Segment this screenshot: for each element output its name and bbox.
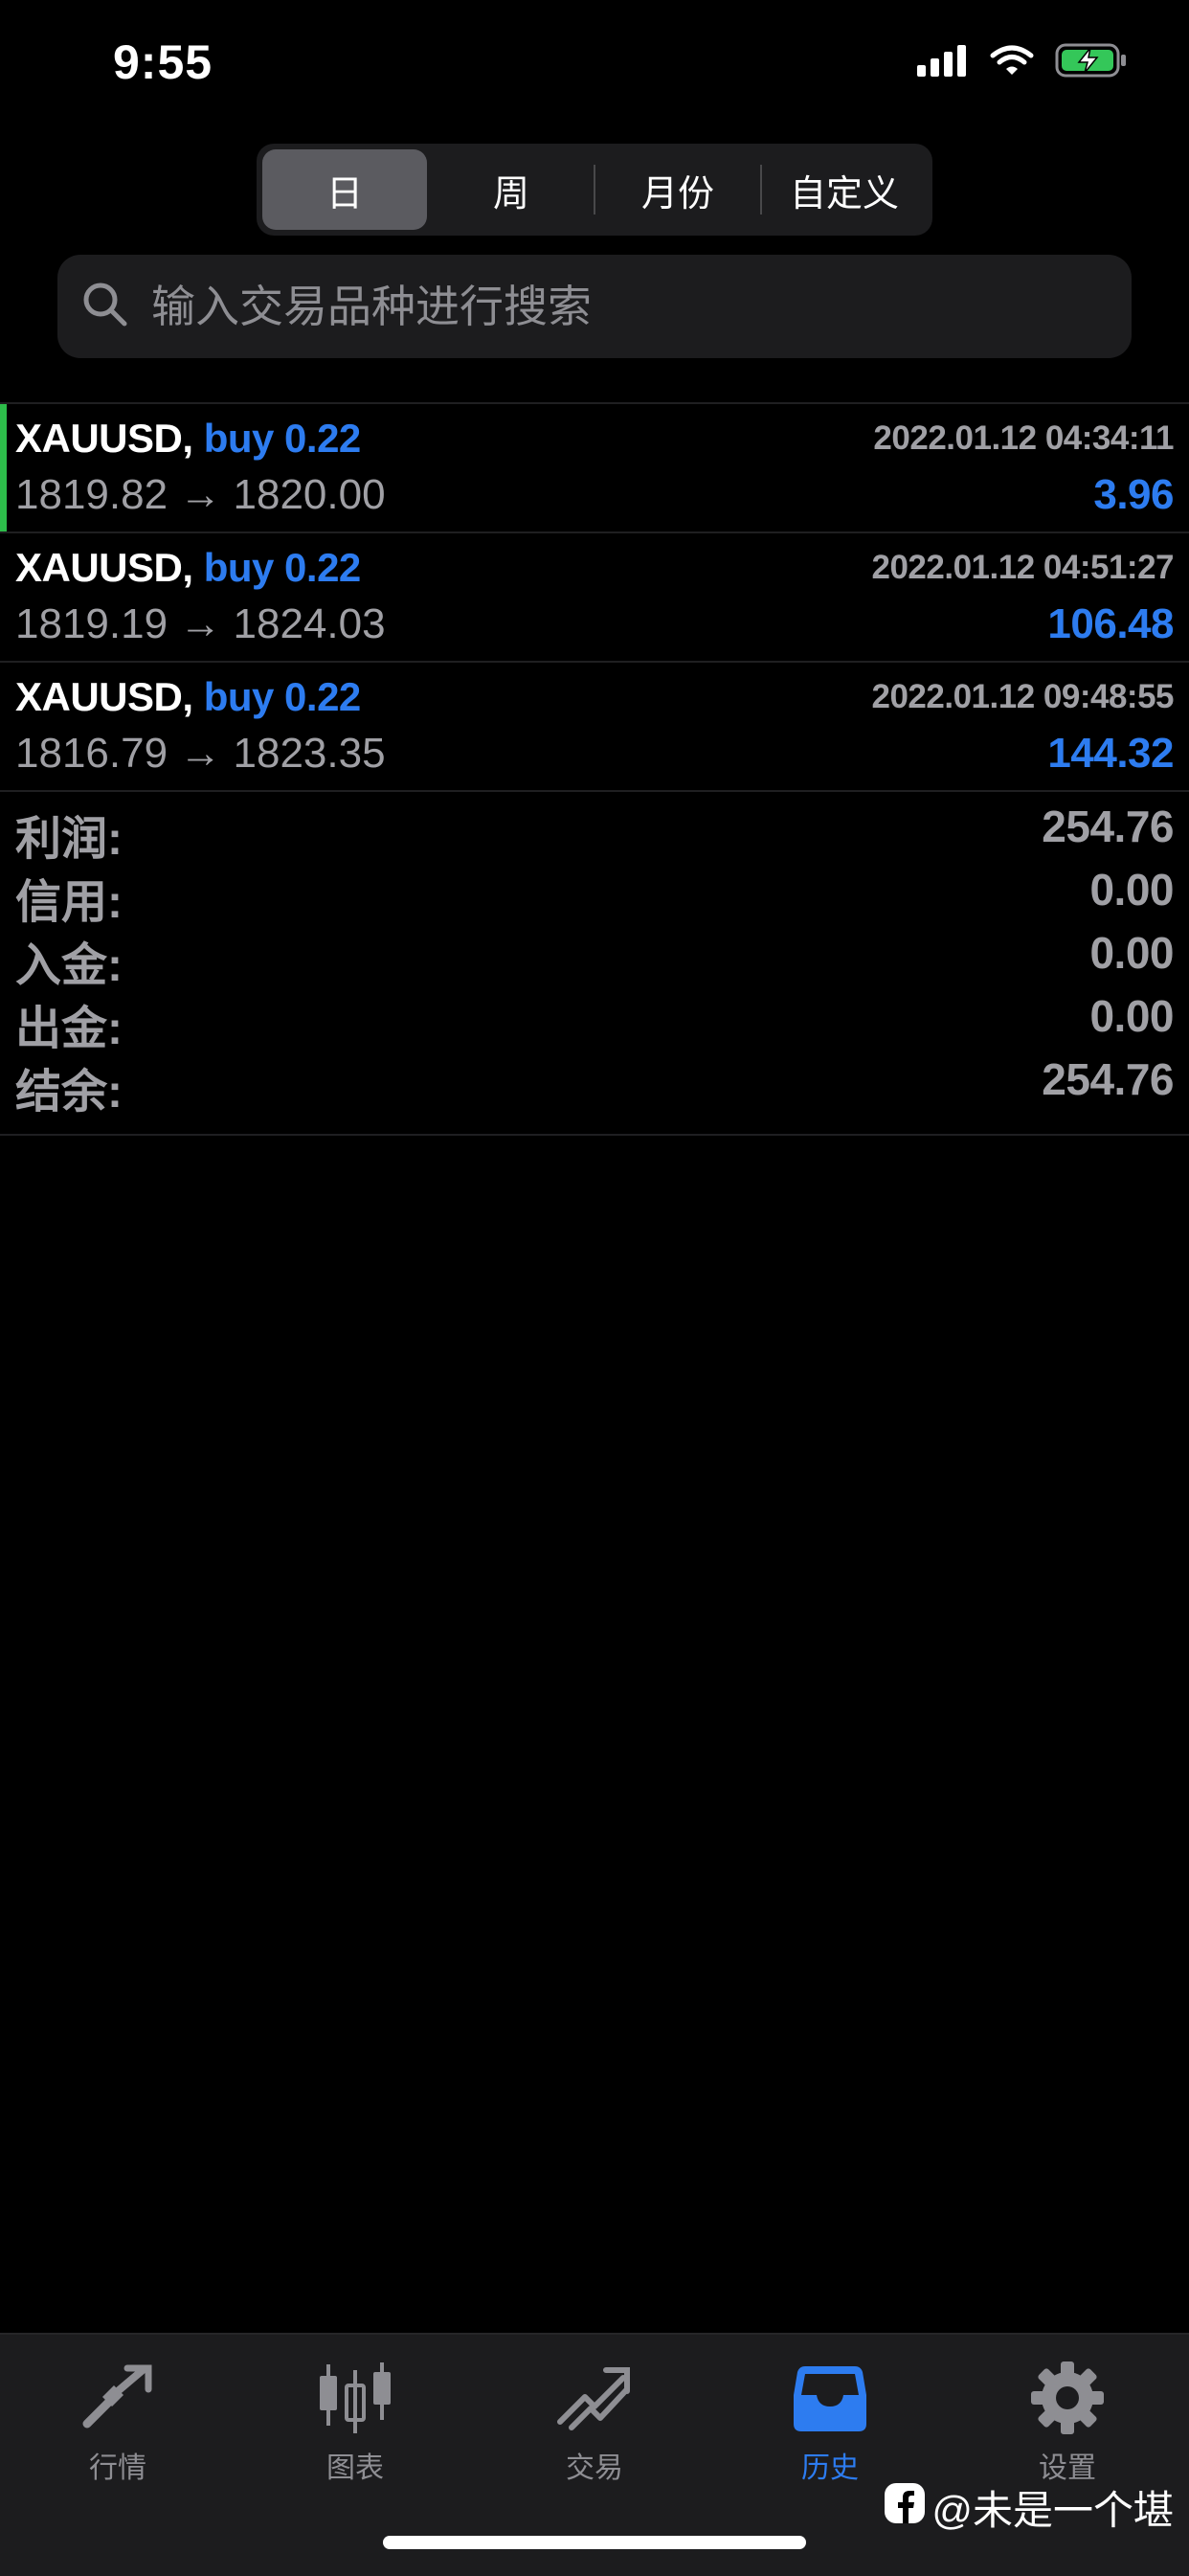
search-input[interactable] — [149, 280, 1015, 333]
summary-value: 254.76 — [1042, 1054, 1174, 1104]
summary-label: 利润: — [15, 814, 123, 865]
facebook-logo-icon — [884, 2482, 926, 2534]
summary-label: 入金: — [15, 940, 123, 991]
tab-label: 行情 — [89, 2452, 146, 2484]
summary-value: 0.00 — [1089, 991, 1174, 1041]
deal-side: buy 0.22 — [203, 674, 362, 719]
watermark-text: @未是一个堪 — [931, 2488, 1174, 2533]
deal-profit: 106.48 — [1047, 600, 1174, 647]
quotes-icon — [36, 2352, 199, 2444]
deal-prices: 1819.19 → 1824.03 — [15, 600, 386, 647]
tab-custom[interactable]: 自定义 — [762, 149, 927, 230]
deal-title: XAUUSD, buy 0.22 — [15, 545, 361, 591]
summary-balance: 结余: 254.76 — [0, 1050, 1189, 1118]
deal-time: 2022.01.12 04:51:27 — [871, 549, 1175, 586]
watermark: @未是一个堪 — [884, 2478, 1174, 2537]
deal-prices: 1819.82 → 1820.00 — [15, 471, 386, 518]
summary-profit: 利润: 254.76 — [0, 797, 1189, 865]
home-indicator[interactable] — [383, 2536, 806, 2549]
summary-deposit: 入金: 0.00 — [0, 923, 1189, 991]
deal-side: buy 0.22 — [203, 416, 362, 461]
deal-profit: 3.96 — [1093, 471, 1174, 518]
summary-value: 254.76 — [1042, 802, 1174, 851]
deal-title: XAUUSD, buy 0.22 — [15, 674, 361, 720]
tab-month[interactable]: 月份 — [595, 149, 760, 230]
tab-trade[interactable]: 交易 — [513, 2352, 676, 2486]
search-bar[interactable] — [57, 255, 1132, 358]
deal-row[interactable]: XAUUSD, buy 0.22 2022.01.12 04:34:11 181… — [0, 404, 1189, 533]
summary-label: 出金: — [15, 1004, 123, 1054]
account-summary: 利润: 254.76 信用: 0.00 入金: 0.00 出金: 0.00 结余… — [0, 797, 1189, 1136]
summary-label: 信用: — [15, 877, 123, 928]
search-icon — [80, 280, 130, 334]
summary-label: 结余: — [15, 1067, 123, 1118]
tab-quotes[interactable]: 行情 — [36, 2352, 199, 2486]
deal-time: 2022.01.12 04:34:11 — [873, 419, 1174, 457]
history-inbox-icon — [749, 2352, 911, 2444]
summary-value: 0.00 — [1089, 865, 1174, 915]
status-time: 9:55 — [113, 35, 213, 89]
summary-value: 0.00 — [1089, 928, 1174, 978]
deal-time: 2022.01.12 09:48:55 — [871, 678, 1175, 715]
tab-label: 交易 — [566, 2452, 623, 2484]
deal-side: buy 0.22 — [203, 545, 362, 590]
tab-charts[interactable]: 图表 — [274, 2352, 437, 2486]
status-icons — [917, 42, 1128, 83]
tab-week[interactable]: 周 — [429, 149, 594, 230]
tab-history[interactable]: 历史 — [749, 2352, 911, 2486]
wifi-icon — [990, 44, 1034, 81]
deal-symbol: XAUUSD, — [15, 545, 193, 590]
deals-list: XAUUSD, buy 0.22 2022.01.12 04:34:11 181… — [0, 402, 1189, 792]
summary-credit: 信用: 0.00 — [0, 860, 1189, 928]
deal-profit: 144.32 — [1047, 730, 1174, 777]
summary-withdrawal: 出金: 0.00 — [0, 986, 1189, 1054]
tab-label: 图表 — [326, 2452, 384, 2484]
gear-icon — [986, 2352, 1149, 2444]
candlestick-chart-icon — [274, 2352, 437, 2444]
deal-symbol: XAUUSD, — [15, 674, 193, 719]
deal-symbol: XAUUSD, — [15, 416, 193, 461]
deal-title: XAUUSD, buy 0.22 — [15, 416, 361, 462]
period-segmented-control: 日 周 月份 自定义 — [257, 144, 932, 236]
tab-settings[interactable]: 设置 — [986, 2352, 1149, 2486]
battery-charging-icon — [1055, 42, 1128, 83]
deal-row[interactable]: XAUUSD, buy 0.22 2022.01.12 04:51:27 181… — [0, 533, 1189, 663]
deal-row[interactable]: XAUUSD, buy 0.22 2022.01.12 09:48:55 181… — [0, 663, 1189, 792]
trade-icon — [513, 2352, 676, 2444]
cellular-signal-icon — [917, 44, 969, 81]
deal-prices: 1816.79 → 1823.35 — [15, 730, 386, 777]
tab-day[interactable]: 日 — [262, 149, 427, 230]
